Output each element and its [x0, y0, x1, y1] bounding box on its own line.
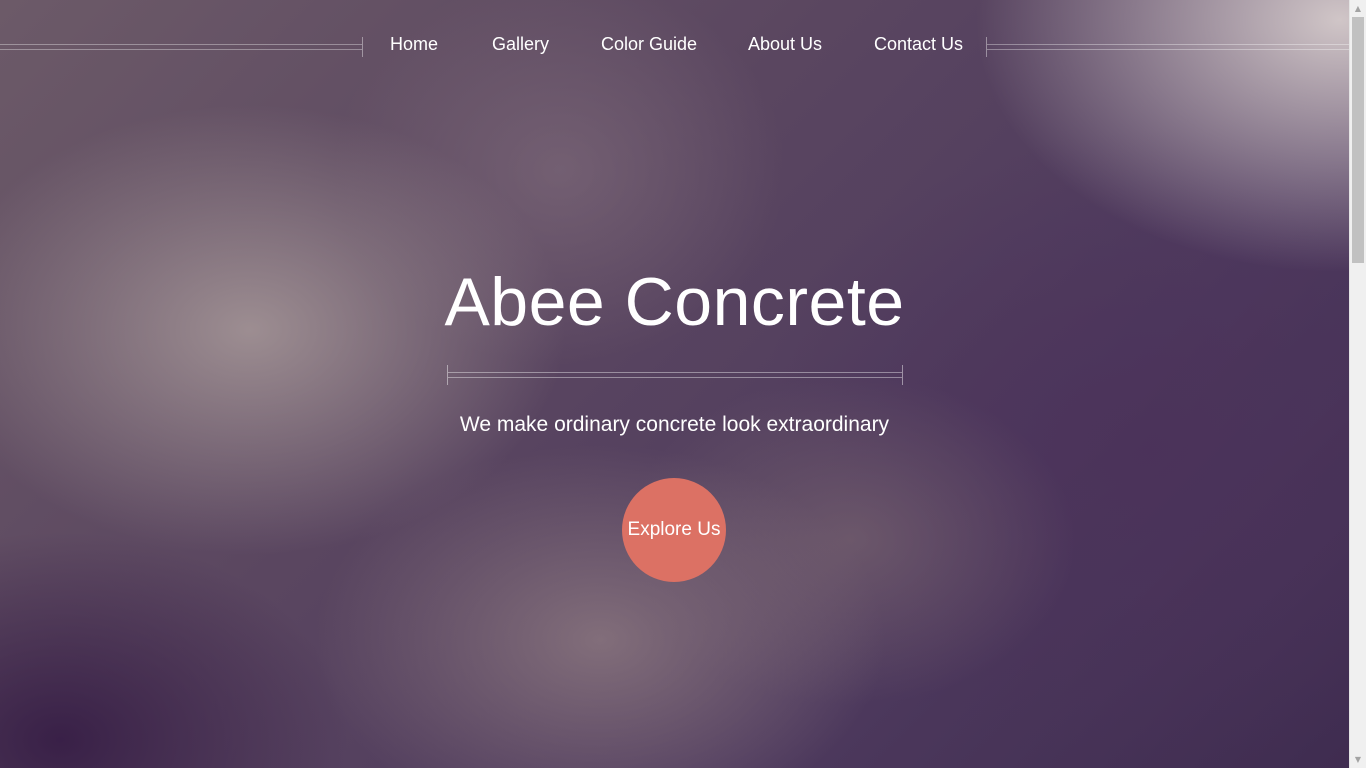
- nav-item-gallery[interactable]: Gallery: [492, 34, 549, 55]
- hero-background: [0, 0, 1349, 768]
- vertical-scrollbar[interactable]: ▲ ▼: [1349, 0, 1366, 768]
- nav-item-home[interactable]: Home: [390, 34, 438, 55]
- nav-item-about-us[interactable]: About Us: [748, 34, 822, 55]
- page-subtitle: We make ordinary concrete look extraordi…: [459, 413, 890, 436]
- nav-item-color-guide[interactable]: Color Guide: [601, 34, 697, 55]
- arrow-down-icon[interactable]: ▼: [1350, 751, 1366, 768]
- nav-divider-left: [0, 44, 362, 50]
- nav-divider-right: [987, 44, 1349, 50]
- main-navigation: Home Gallery Color Guide About Us Contac…: [0, 28, 1349, 62]
- title-divider-cap-right: [902, 365, 903, 385]
- scrollbar-thumb[interactable]: [1352, 17, 1364, 263]
- title-divider: [448, 372, 902, 378]
- page-title: Abee Concrete: [444, 264, 905, 340]
- explore-us-button[interactable]: Explore Us: [622, 478, 726, 582]
- arrow-up-icon[interactable]: ▲: [1350, 0, 1366, 17]
- nav-item-contact-us[interactable]: Contact Us: [874, 34, 963, 55]
- nav-divider-cap-left: [362, 37, 363, 57]
